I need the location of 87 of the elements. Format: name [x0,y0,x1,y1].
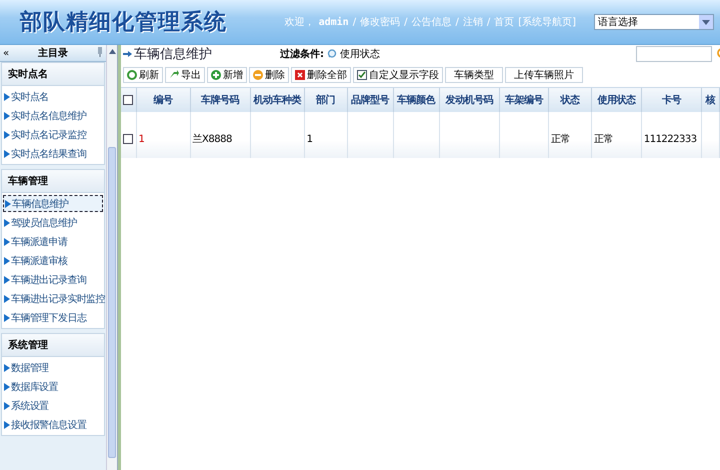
triangle-icon [4,276,10,284]
column-header[interactable]: 状态 [548,88,592,112]
language-select[interactable]: 语言选择 [594,14,714,30]
menu-item[interactable]: 驾驶员信息维护 [3,214,103,231]
column-header[interactable]: 车架编号 [499,88,548,112]
menu-item[interactable]: 实时点名信息维护 [3,107,103,124]
menu-item[interactable]: 实时点名结果查询 [3,145,103,162]
column-header[interactable]: 编号 [136,88,190,112]
table-cell: 兰X8888 [190,112,250,158]
menu-item[interactable]: 数据管理 [3,359,103,376]
plus-icon [211,70,221,80]
separator: / [352,16,356,28]
table-cell: 1 [304,112,348,158]
triangle-icon [4,218,10,226]
triangle-icon [4,92,10,100]
column-header[interactable]: 使用状态 [591,88,642,112]
menu-item[interactable]: 车辆信息维护 [3,195,103,212]
triangle-icon [4,382,10,390]
scroll-up-icon[interactable] [108,48,116,54]
pin-icon[interactable] [97,46,103,56]
toolbar-button[interactable]: 车辆类型 [445,67,503,83]
triangle-icon [5,200,11,208]
minus-icon [253,70,263,80]
page-title: 车辆信息维护 [134,46,212,63]
separator: / [455,16,459,28]
column-header[interactable]: 机动车种类 [250,88,304,112]
column-header[interactable]: 核 [701,88,720,112]
toolbar-button[interactable]: 删除 [249,67,289,83]
select-all-checkbox[interactable] [123,94,134,105]
search-field[interactable] [636,46,712,62]
menu-item[interactable]: 实时点名记录监控 [3,126,103,143]
triangle-icon [4,150,10,158]
toolbar-button[interactable]: 上传车辆照片 [505,67,583,83]
section-header[interactable]: 实时点名 [2,63,104,86]
toolbar-button[interactable]: 删除全部 [291,67,351,83]
checkbox-icon [357,70,367,80]
column-header[interactable]: 品牌型号 [347,88,394,112]
table-cell: 正常 [548,112,592,158]
triangle-icon [4,238,10,246]
column-header[interactable]: 卡号 [641,88,702,112]
triangle-icon [4,112,10,120]
search-icon [327,49,337,59]
sidebar-title: 主目录 [37,46,70,60]
triangle-icon [4,130,10,138]
menu-item[interactable]: 数据库设置 [3,378,103,395]
table-cell: 111222333 [641,112,702,158]
column-header[interactable]: 发动机号码 [439,88,500,112]
filter-link[interactable]: 使用状态 [340,47,380,61]
column-header[interactable]: 车辆颜色 [393,88,440,112]
separator: / [486,16,490,28]
arrow-icon [169,70,179,80]
scrollbar[interactable] [106,45,117,470]
menu-item[interactable]: 系统设置 [3,397,103,414]
triangle-icon [4,420,10,428]
section-header[interactable]: 系统管理 [2,334,104,357]
menu-item[interactable]: 接收报警信息设置 [3,416,103,433]
arrow-icon [123,51,132,57]
toolbar-button[interactable]: 刷新 [123,67,163,83]
menu-item[interactable]: 车辆进出记录实时监控 [3,290,103,307]
triangle-icon [4,256,10,264]
menu-item[interactable]: 车辆管理下发日志 [3,309,103,326]
toolbar-button[interactable]: 导出 [165,67,205,83]
separator: / [404,16,408,28]
toolbar-button[interactable]: 自定义显示字段 [353,67,443,83]
menu-item[interactable]: 车辆派遣审核 [3,252,103,269]
collapse-button[interactable]: « [3,48,10,58]
refresh-icon [127,70,137,80]
triangle-icon [4,364,10,372]
section-header[interactable]: 车辆管理 [2,170,104,193]
row-checkbox[interactable] [123,134,133,144]
triangle-icon [4,402,10,410]
table-cell: 1 [136,112,190,158]
menu-item[interactable]: 实时点名 [3,88,103,105]
welcome-text: 欢迎， [284,16,315,29]
triangle-icon [4,294,10,302]
app-title: 部队精细化管理系统 [20,9,227,37]
dropdown-arrow-icon [702,20,710,24]
filter-label: 过滤条件: [280,48,324,61]
table-cell: 正常 [591,112,642,158]
toolbar-button[interactable]: 新增 [207,67,247,83]
cross-icon [295,70,305,80]
menu-item[interactable]: 车辆派遣申请 [3,233,103,250]
column-header[interactable]: 部门 [304,88,348,112]
user-name: admin [318,16,349,28]
column-header[interactable]: 车牌号码 [190,88,250,112]
menu-item[interactable]: 车辆进出记录查询 [3,271,103,288]
triangle-icon [4,314,10,322]
